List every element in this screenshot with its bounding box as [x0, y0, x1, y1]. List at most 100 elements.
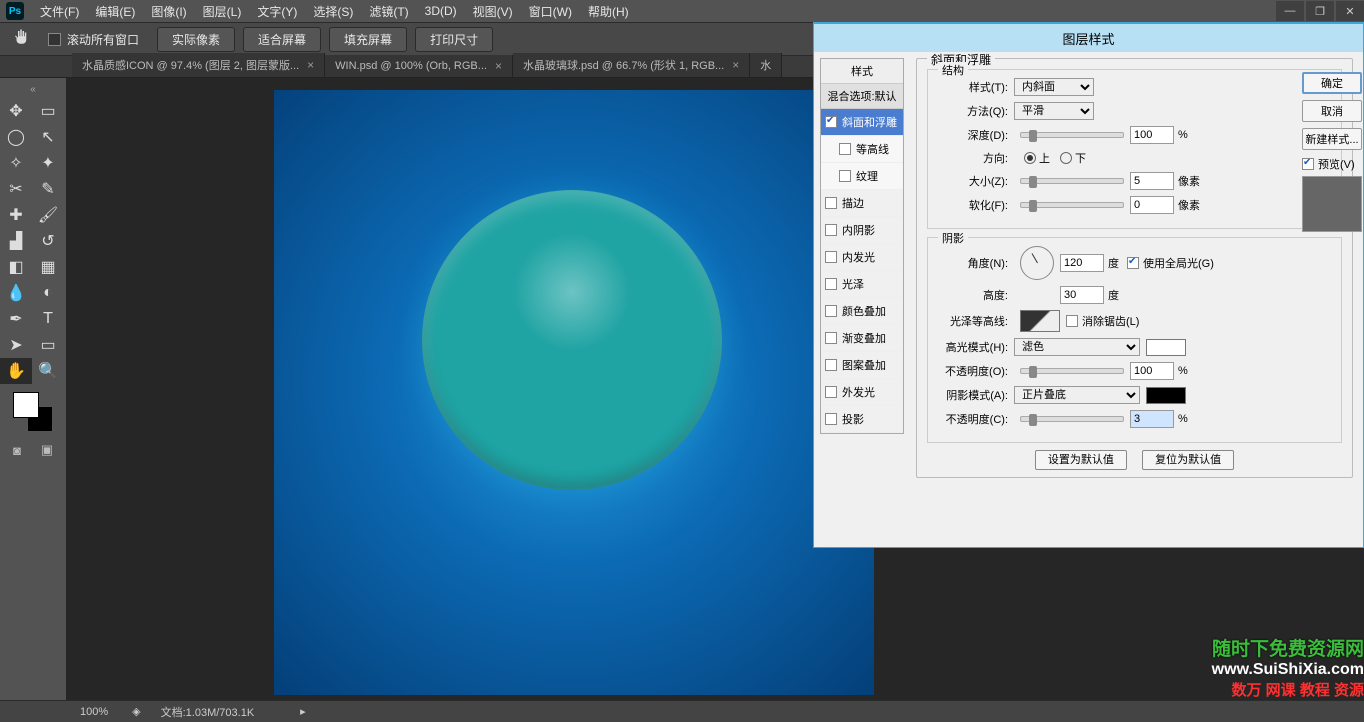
direction-up-radio[interactable] — [1024, 152, 1036, 164]
color-swatches[interactable] — [13, 392, 53, 432]
document-tab[interactable]: 水晶质感ICON @ 97.4% (图层 2, 图层蒙版...× — [72, 53, 325, 77]
close-icon[interactable]: × — [307, 58, 314, 72]
shadow-opacity-slider[interactable] — [1020, 416, 1124, 422]
style-stroke[interactable]: 描边 — [821, 190, 903, 217]
style-gradient-overlay[interactable]: 渐变叠加 — [821, 325, 903, 352]
eyedropper-tool[interactable]: ✎ — [32, 176, 64, 202]
crop-tool[interactable]: ✂ — [0, 176, 32, 202]
close-icon[interactable]: × — [732, 58, 739, 72]
menu-edit[interactable]: 编辑(E) — [87, 0, 143, 23]
collapse-icon[interactable]: « — [23, 84, 43, 94]
zoom-tool[interactable]: 🔍 — [32, 358, 64, 384]
lasso-tool[interactable]: ◯ — [0, 124, 32, 150]
style-pattern-overlay[interactable]: 图案叠加 — [821, 352, 903, 379]
menu-layer[interactable]: 图层(L) — [195, 0, 250, 23]
wand-tool[interactable]: ✧ — [0, 150, 32, 176]
dodge-tool[interactable]: ◐ — [32, 280, 64, 306]
menu-filter[interactable]: 滤镜(T) — [361, 0, 416, 23]
reset-default-button[interactable]: 复位为默认值 — [1142, 450, 1234, 470]
quick-select-tool[interactable]: ✦ — [32, 150, 64, 176]
global-light-checkbox[interactable] — [1127, 257, 1139, 269]
pen-tool[interactable]: ✒ — [0, 306, 32, 332]
method-select[interactable]: 平滑 — [1014, 102, 1094, 120]
make-default-button[interactable]: 设置为默认值 — [1035, 450, 1127, 470]
actual-pixels-button[interactable]: 实际像素 — [157, 27, 235, 52]
menu-image[interactable]: 图像(I) — [143, 0, 194, 23]
depth-input[interactable] — [1130, 126, 1174, 144]
size-input[interactable] — [1130, 172, 1174, 190]
style-outer-glow[interactable]: 外发光 — [821, 379, 903, 406]
highlight-color-swatch[interactable] — [1146, 339, 1186, 356]
fit-screen-button[interactable]: 适合屏幕 — [243, 27, 321, 52]
new-style-button[interactable]: 新建样式... — [1302, 128, 1362, 150]
window-close-button[interactable]: ✕ — [1336, 1, 1364, 21]
scroll-all-checkbox[interactable]: 滚动所有窗口 — [48, 31, 139, 48]
cancel-button[interactable]: 取消 — [1302, 100, 1362, 122]
menu-help[interactable]: 帮助(H) — [580, 0, 637, 23]
close-icon[interactable]: × — [495, 59, 502, 73]
size-slider[interactable] — [1020, 178, 1124, 184]
quick-mask-icon[interactable]: ◙ — [4, 440, 30, 460]
hand-tool-preset-icon[interactable] — [12, 28, 34, 50]
history-brush-tool[interactable]: ↺ — [32, 228, 64, 254]
shadow-color-swatch[interactable] — [1146, 387, 1186, 404]
gradient-tool[interactable]: ▦ — [32, 254, 64, 280]
shadow-mode-select[interactable]: 正片叠底 — [1014, 386, 1140, 404]
ok-button[interactable]: 确定 — [1302, 72, 1362, 94]
style-contour[interactable]: 等高线 — [821, 136, 903, 163]
style-drop-shadow[interactable]: 投影 — [821, 406, 903, 433]
document-tab[interactable]: 水晶玻璃球.psd @ 66.7% (形状 1, RGB...× — [513, 53, 750, 77]
soften-slider[interactable] — [1020, 202, 1124, 208]
screen-mode-icon[interactable]: ▣ — [34, 440, 60, 460]
style-inner-shadow[interactable]: 内阴影 — [821, 217, 903, 244]
menu-window[interactable]: 窗口(W) — [521, 0, 580, 23]
shadow-opacity-input[interactable] — [1130, 410, 1174, 428]
shape-tool[interactable]: ▭ — [32, 332, 64, 358]
style-satin[interactable]: 光泽 — [821, 271, 903, 298]
fill-screen-button[interactable]: 填充屏幕 — [329, 27, 407, 52]
chevron-right-icon[interactable]: ▸ — [300, 705, 306, 718]
style-color-overlay[interactable]: 颜色叠加 — [821, 298, 903, 325]
menu-type[interactable]: 文字(Y) — [249, 0, 305, 23]
path-select-tool[interactable]: ➤ — [0, 332, 32, 358]
highlight-opacity-input[interactable] — [1130, 362, 1174, 380]
antialias-checkbox[interactable] — [1066, 315, 1078, 327]
healing-tool[interactable]: ✚ — [0, 202, 32, 228]
window-minimize-button[interactable]: — — [1276, 1, 1304, 21]
move-tool[interactable]: ✥ — [0, 98, 32, 124]
eraser-tool[interactable]: ◧ — [0, 254, 32, 280]
highlight-opacity-slider[interactable] — [1020, 368, 1124, 374]
style-bevel-emboss[interactable]: 斜面和浮雕 — [821, 109, 903, 136]
style-texture[interactable]: 纹理 — [821, 163, 903, 190]
status-icon[interactable]: ◈ — [132, 705, 140, 718]
window-restore-button[interactable]: ❐ — [1306, 1, 1334, 21]
gloss-contour-picker[interactable] — [1020, 310, 1060, 332]
foreground-color[interactable] — [13, 392, 39, 418]
soften-input[interactable] — [1130, 196, 1174, 214]
document-tab[interactable]: WIN.psd @ 100% (Orb, RGB...× — [325, 55, 513, 77]
zoom-value[interactable]: 100% — [80, 706, 108, 718]
menu-select[interactable]: 选择(S) — [305, 0, 361, 23]
brush-tool[interactable]: 🖌 — [32, 202, 64, 228]
angle-control[interactable] — [1020, 246, 1054, 280]
blend-options-header[interactable]: 混合选项:默认 — [821, 84, 903, 109]
menu-3d[interactable]: 3D(D) — [417, 1, 465, 21]
document-tab[interactable]: 水 — [750, 53, 782, 77]
arrow-tool[interactable]: ↖ — [32, 124, 64, 150]
preview-checkbox[interactable] — [1302, 158, 1314, 170]
style-select[interactable]: 内斜面 — [1014, 78, 1094, 96]
print-size-button[interactable]: 打印尺寸 — [415, 27, 493, 52]
style-inner-glow[interactable]: 内发光 — [821, 244, 903, 271]
hand-tool[interactable]: ✋ — [0, 358, 32, 384]
blur-tool[interactable]: 💧 — [0, 280, 32, 306]
stamp-tool[interactable]: ▟ — [0, 228, 32, 254]
menu-file[interactable]: 文件(F) — [32, 0, 87, 23]
menu-view[interactable]: 视图(V) — [465, 0, 521, 23]
marquee-tool[interactable]: ▭ — [32, 98, 64, 124]
altitude-input[interactable] — [1060, 286, 1104, 304]
highlight-mode-select[interactable]: 滤色 — [1014, 338, 1140, 356]
styles-header[interactable]: 样式 — [821, 59, 903, 84]
depth-slider[interactable] — [1020, 132, 1124, 138]
angle-input[interactable] — [1060, 254, 1104, 272]
artboard[interactable] — [274, 90, 874, 695]
